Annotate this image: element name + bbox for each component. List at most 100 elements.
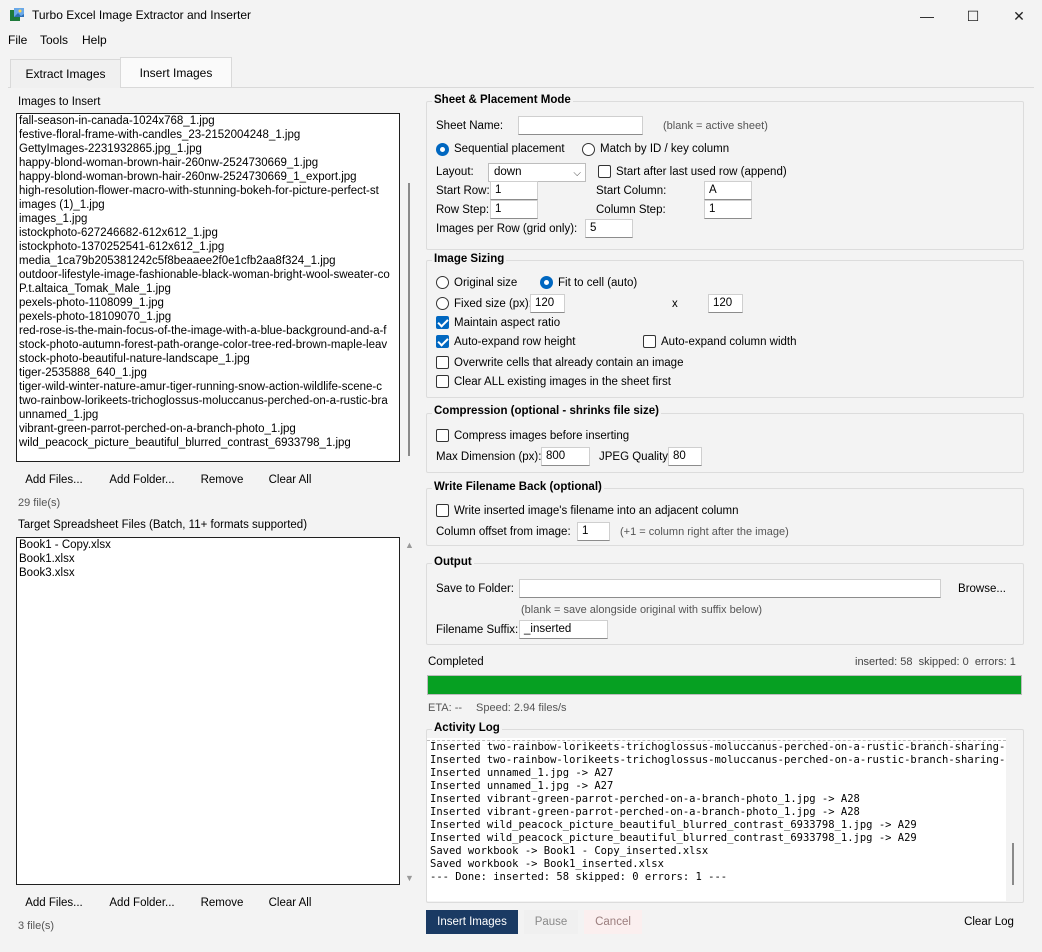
list-item[interactable]: stock-photo-autumn-forest-path-orange-co… xyxy=(17,338,399,352)
menu-help[interactable]: Help xyxy=(82,33,107,47)
list-item[interactable]: Book3.xlsx xyxy=(17,566,399,580)
jpeg-quality-input[interactable]: 80 xyxy=(668,447,702,466)
list-item[interactable]: outdoor-lifestyle-image-fashionable-blac… xyxy=(17,268,399,282)
fixed-width-input[interactable]: 120 xyxy=(530,294,565,313)
start-column-input[interactable]: A xyxy=(704,181,752,200)
save-folder-input[interactable] xyxy=(519,579,941,598)
list-item[interactable]: tiger-2535888_640_1.jpg xyxy=(17,366,399,380)
row-step-input[interactable]: 1 xyxy=(490,200,538,219)
list-item[interactable]: happy-blond-woman-brown-hair-260nw-25247… xyxy=(17,156,399,170)
write-filename-checkbox[interactable] xyxy=(436,504,449,517)
clear-existing-checkbox[interactable] xyxy=(436,375,449,388)
list-item[interactable]: stock-photo-beautiful-nature-landscape_1… xyxy=(17,352,399,366)
list-item[interactable]: pexels-photo-18109070_1.jpg xyxy=(17,310,399,324)
list-item[interactable]: P.t.altaica_Tomak_Male_1.jpg xyxy=(17,282,399,296)
list-item[interactable]: red-rose-is-the-main-focus-of-the-image-… xyxy=(17,324,399,338)
fit-to-cell-radio[interactable] xyxy=(540,276,553,289)
fixed-height-input[interactable]: 120 xyxy=(708,294,743,313)
list-item[interactable]: tiger-wild-winter-nature-amur-tiger-runn… xyxy=(17,380,399,394)
list-item[interactable]: fall-season-in-canada-1024x768_1.jpg xyxy=(17,114,399,128)
list-item[interactable]: vibrant-green-parrot-perched-on-a-branch… xyxy=(17,422,399,436)
list-item[interactable]: media_1ca79b205381242c5f8beaaee2f0e1cfb2… xyxy=(17,254,399,268)
list-item[interactable]: Book1 - Copy.xlsx xyxy=(17,538,399,552)
cancel-button[interactable]: Cancel xyxy=(584,910,642,934)
list-item[interactable]: GettyImages-2231932865.jpg_1.jpg xyxy=(17,142,399,156)
maximize-icon: ☐ xyxy=(966,7,980,24)
column-step-input[interactable]: 1 xyxy=(704,200,752,219)
fit-to-cell-label: Fit to cell (auto) xyxy=(558,277,638,289)
original-size-radio[interactable] xyxy=(436,276,449,289)
list-item[interactable]: pexels-photo-1108099_1.jpg xyxy=(17,296,399,310)
minimize-button[interactable]: — xyxy=(904,0,950,32)
output-group-title: Output xyxy=(432,556,474,568)
images-per-row-input[interactable]: 5 xyxy=(585,219,633,238)
fixed-size-radio[interactable] xyxy=(436,297,449,310)
menu-tools[interactable]: Tools xyxy=(40,33,68,47)
close-button[interactable]: ✕ xyxy=(996,0,1042,32)
tab-extract-images[interactable]: Extract Images xyxy=(10,59,121,88)
remove-button[interactable]: Remove xyxy=(192,468,252,491)
sheet-name-input[interactable] xyxy=(518,116,643,135)
list-item[interactable]: images (1)_1.jpg xyxy=(17,198,399,212)
list-item[interactable]: unnamed_1.jpg xyxy=(17,408,399,422)
clear-log-button[interactable]: Clear Log xyxy=(956,910,1022,934)
sheet-name-label: Sheet Name: xyxy=(436,120,504,132)
filename-suffix-input[interactable]: _inserted xyxy=(519,620,608,639)
menu-file[interactable]: File xyxy=(8,33,27,47)
progress-bar xyxy=(427,675,1022,695)
target-add-folder-button[interactable]: Add Folder... xyxy=(100,891,184,914)
auto-column-width-checkbox[interactable] xyxy=(643,335,656,348)
maintain-aspect-label: Maintain aspect ratio xyxy=(454,317,561,329)
add-folder-button[interactable]: Add Folder... xyxy=(100,468,184,491)
maximize-button[interactable]: ☐ xyxy=(950,0,996,32)
log-line: Saved workbook -> Book1_inserted.xlsx xyxy=(430,858,664,870)
activity-log[interactable]: Inserted two-rainbow-lorikeets-trichoglo… xyxy=(427,738,1006,901)
list-item[interactable]: Book1.xlsx xyxy=(17,552,399,566)
sequential-radio[interactable] xyxy=(436,143,449,156)
placement-group-title: Sheet & Placement Mode xyxy=(432,94,573,106)
tab-insert-images[interactable]: Insert Images xyxy=(120,57,232,87)
list-item[interactable]: istockphoto-1370252541-612x612_1.jpg xyxy=(17,240,399,254)
filename-suffix-label: Filename Suffix: xyxy=(436,624,519,636)
insert-images-button[interactable]: Insert Images xyxy=(426,910,518,934)
images-list[interactable]: fall-season-in-canada-1024x768_1.jpg fest… xyxy=(16,113,400,462)
layout-select[interactable]: down ⌵ xyxy=(488,163,586,182)
clear-existing-label: Clear ALL existing images in the sheet f… xyxy=(454,376,671,388)
images-list-scrollbar[interactable] xyxy=(408,183,410,456)
start-row-input[interactable]: 1 xyxy=(490,181,538,200)
column-offset-label: Column offset from image: xyxy=(436,526,571,538)
list-item[interactable]: istockphoto-627246682-612x612_1.jpg xyxy=(17,226,399,240)
save-folder-hint: (blank = save alongside original with su… xyxy=(521,604,763,616)
overwrite-checkbox[interactable] xyxy=(436,356,449,369)
list-item[interactable]: high-resolution-flower-macro-with-stunni… xyxy=(17,184,399,198)
target-files-label: Target Spreadsheet Files (Batch, 11+ for… xyxy=(18,519,308,531)
target-clear-all-button[interactable]: Clear All xyxy=(260,891,320,914)
auto-row-height-label: Auto-expand row height xyxy=(454,336,576,348)
match-id-radio[interactable] xyxy=(582,143,595,156)
pause-button[interactable]: Pause xyxy=(524,910,578,934)
list-item[interactable]: festive-floral-frame-with-candles_23-215… xyxy=(17,128,399,142)
log-scrollbar[interactable] xyxy=(1012,843,1014,885)
max-dimension-input[interactable]: 800 xyxy=(541,447,590,466)
column-offset-input[interactable]: 1 xyxy=(577,522,610,541)
append-checkbox[interactable] xyxy=(598,165,611,178)
clear-all-button[interactable]: Clear All xyxy=(260,468,320,491)
target-add-files-button[interactable]: Add Files... xyxy=(17,891,91,914)
scroll-up-icon[interactable]: ▲ xyxy=(405,540,414,550)
scroll-down-icon[interactable]: ▼ xyxy=(405,873,414,883)
list-item[interactable]: wild_peacock_picture_beautiful_blurred_c… xyxy=(17,436,399,450)
column-offset-hint: (+1 = column right after the image) xyxy=(620,526,789,538)
target-files-list[interactable]: Book1 - Copy.xlsx Book1.xlsx Book3.xlsx xyxy=(16,537,400,885)
auto-row-height-checkbox[interactable] xyxy=(436,335,449,348)
add-files-button[interactable]: Add Files... xyxy=(17,468,91,491)
maintain-aspect-checkbox[interactable] xyxy=(436,316,449,329)
start-column-label: Start Column: xyxy=(596,185,667,197)
compress-checkbox[interactable] xyxy=(436,429,449,442)
list-item[interactable]: two-rainbow-lorikeets-trichoglossus-molu… xyxy=(17,394,399,408)
list-item[interactable]: images_1.jpg xyxy=(17,212,399,226)
target-remove-button[interactable]: Remove xyxy=(192,891,252,914)
list-item[interactable]: happy-blond-woman-brown-hair-260nw-25247… xyxy=(17,170,399,184)
browse-button[interactable]: Browse... xyxy=(948,577,1016,600)
progress-fill xyxy=(428,676,1021,694)
log-line: Inserted vibrant-green-parrot-perched-on… xyxy=(430,806,860,818)
